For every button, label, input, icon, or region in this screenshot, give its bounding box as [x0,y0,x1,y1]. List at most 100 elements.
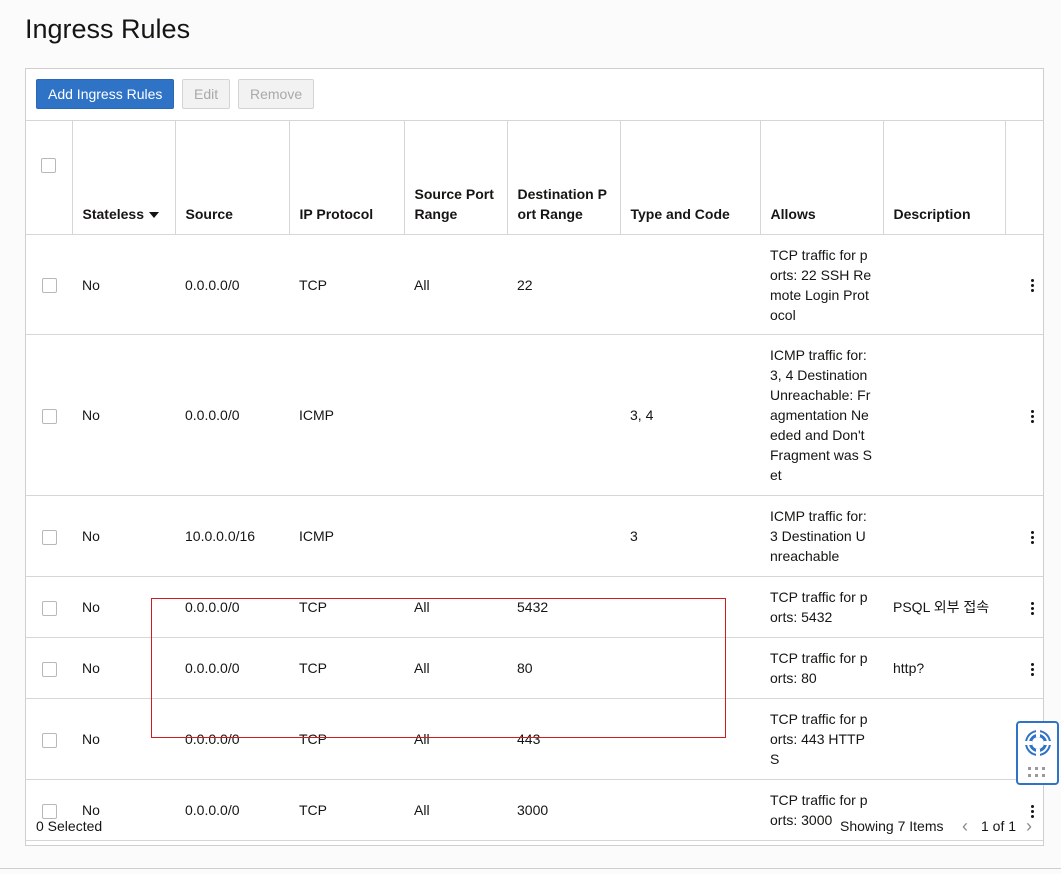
select-all-checkbox[interactable] [41,157,57,173]
column-label: Stateless [82,206,144,222]
cell-description [883,495,1005,577]
cell-description: PSQL 외부 접속 [883,576,1005,638]
cell-type-and-code: 3 [620,495,760,577]
cell-source-port-range: All [404,637,507,699]
row-actions-cell [1005,637,1043,699]
row-select-cell [26,334,72,496]
ingress-rules-panel: Add Ingress Rules Edit Remove Stateless … [25,68,1044,846]
cell-ip-protocol: ICMP [289,334,404,496]
cell-description [883,234,1005,335]
cell-type-and-code [620,576,760,638]
row-checkbox[interactable] [41,600,57,616]
table-row[interactable]: No 0.0.0.0/0 TCP All 5432 TCP traffic for por… [26,576,1043,638]
sort-descending-icon[interactable] [148,212,159,219]
cell-ip-protocol: TCP [289,576,404,638]
table-footer: 0 Selected Showing 7 Items ‹ 1 of 1 › [26,807,1043,845]
cell-stateless: No [72,698,175,780]
cell-ip-protocol: TCP [289,698,404,780]
edit-button[interactable]: Edit [182,79,231,109]
row-actions-cell [1005,576,1043,638]
ingress-rules-table: Stateless Source IP Protocol Source Port… [26,120,1043,841]
cell-stateless: No [72,576,175,638]
cell-source-port-range: All [404,234,507,335]
add-ingress-rules-button[interactable]: Add Ingress Rules [36,79,175,109]
kebab-menu-icon[interactable] [1031,277,1035,294]
selected-count: 0 Selected [36,818,103,834]
row-actions-cell [1005,495,1043,577]
remove-button[interactable]: Remove [238,79,315,109]
cell-destination-port-range: 80 [507,637,620,699]
cell-destination-port-range: 5432 [507,576,620,638]
cell-type-and-code: 3, 4 [620,334,760,496]
cell-ip-protocol: ICMP [289,495,404,577]
table-row[interactable]: No 0.0.0.0/0 ICMP 3, 4 ICMP traffic for: 3, … [26,334,1043,496]
row-select-cell [26,698,72,780]
column-header-description[interactable]: Description [883,120,1006,235]
column-header-source-port-range[interactable]: Source Port Range [404,120,508,235]
cell-source: 0.0.0.0/0 [175,576,289,638]
cell-allows: TCP traffic for ports: 80 [760,637,883,699]
row-checkbox[interactable] [41,278,57,294]
cell-ip-protocol: TCP [289,637,404,699]
kebab-menu-icon[interactable] [1031,529,1035,546]
lifebuoy-icon[interactable] [1023,728,1053,758]
divider [0,868,1061,869]
help-widget[interactable] [1016,721,1059,785]
chevron-left-icon[interactable]: ‹ [962,807,968,845]
cell-stateless: No [72,234,175,335]
row-select-cell [26,637,72,699]
cell-source-port-range [404,334,507,496]
cell-stateless: No [72,334,175,496]
cell-allows: TCP traffic for ports: 443 HTTPS [760,698,883,780]
table-row[interactable]: No 0.0.0.0/0 TCP All 80 TCP traffic for ports… [26,637,1043,699]
table-row[interactable]: No 0.0.0.0/0 TCP All 443 TCP traffic for port… [26,698,1043,780]
cell-source-port-range: All [404,698,507,780]
cell-source: 10.0.0.0/16 [175,495,289,577]
cell-allows: ICMP traffic for: 3 Destination Unreacha… [760,495,883,577]
row-checkbox[interactable] [41,732,57,748]
kebab-menu-icon[interactable] [1031,600,1035,617]
chevron-right-icon[interactable]: › [1026,807,1032,845]
cell-allows: ICMP traffic for: 3, 4 Destination Unrea… [760,334,883,496]
item-count: Showing 7 Items [840,818,944,834]
cell-description [883,698,1005,780]
cell-destination-port-range: 443 [507,698,620,780]
kebab-menu-icon[interactable] [1031,661,1035,678]
cell-source: 0.0.0.0/0 [175,334,289,496]
row-checkbox[interactable] [41,529,57,545]
row-checkbox[interactable] [41,661,57,677]
row-select-cell [26,234,72,335]
page-indicator: 1 of 1 [981,818,1017,834]
column-header-type-and-code[interactable]: Type and Code [620,120,761,235]
cell-source-port-range [404,495,507,577]
page-title: Ingress Rules [25,14,191,44]
cell-description [883,334,1005,496]
row-select-cell [26,495,72,577]
column-header-allows[interactable]: Allows [760,120,884,235]
cell-source: 0.0.0.0/0 [175,234,289,335]
table-row[interactable]: No 0.0.0.0/0 TCP All 22 TCP traffic for ports… [26,234,1043,335]
cell-destination-port-range [507,495,620,577]
column-header-actions [1005,120,1043,235]
table-row[interactable]: No 10.0.0.0/16 ICMP 3 ICMP traffic for: 3 De… [26,495,1043,577]
cell-type-and-code [620,234,760,335]
kebab-menu-icon[interactable] [1031,408,1035,425]
cell-source-port-range: All [404,576,507,638]
cell-source: 0.0.0.0/0 [175,637,289,699]
row-select-cell [26,576,72,638]
drag-handle-icon[interactable] [1028,767,1048,779]
column-header-source[interactable]: Source [175,120,290,235]
cell-source: 0.0.0.0/0 [175,698,289,780]
column-header-stateless[interactable]: Stateless [72,120,176,235]
cell-destination-port-range: 22 [507,234,620,335]
cell-allows: TCP traffic for ports: 22 SSH Remote Log… [760,234,883,335]
cell-allows: TCP traffic for ports: 5432 [760,576,883,638]
row-actions-cell [1005,334,1043,496]
column-header-destination-port-range[interactable]: Destination Port Range [507,120,621,235]
cell-destination-port-range [507,334,620,496]
cell-type-and-code [620,637,760,699]
select-all-cell [26,120,73,235]
column-header-ip-protocol[interactable]: IP Protocol [289,120,405,235]
cell-ip-protocol: TCP [289,234,404,335]
row-checkbox[interactable] [41,408,57,424]
